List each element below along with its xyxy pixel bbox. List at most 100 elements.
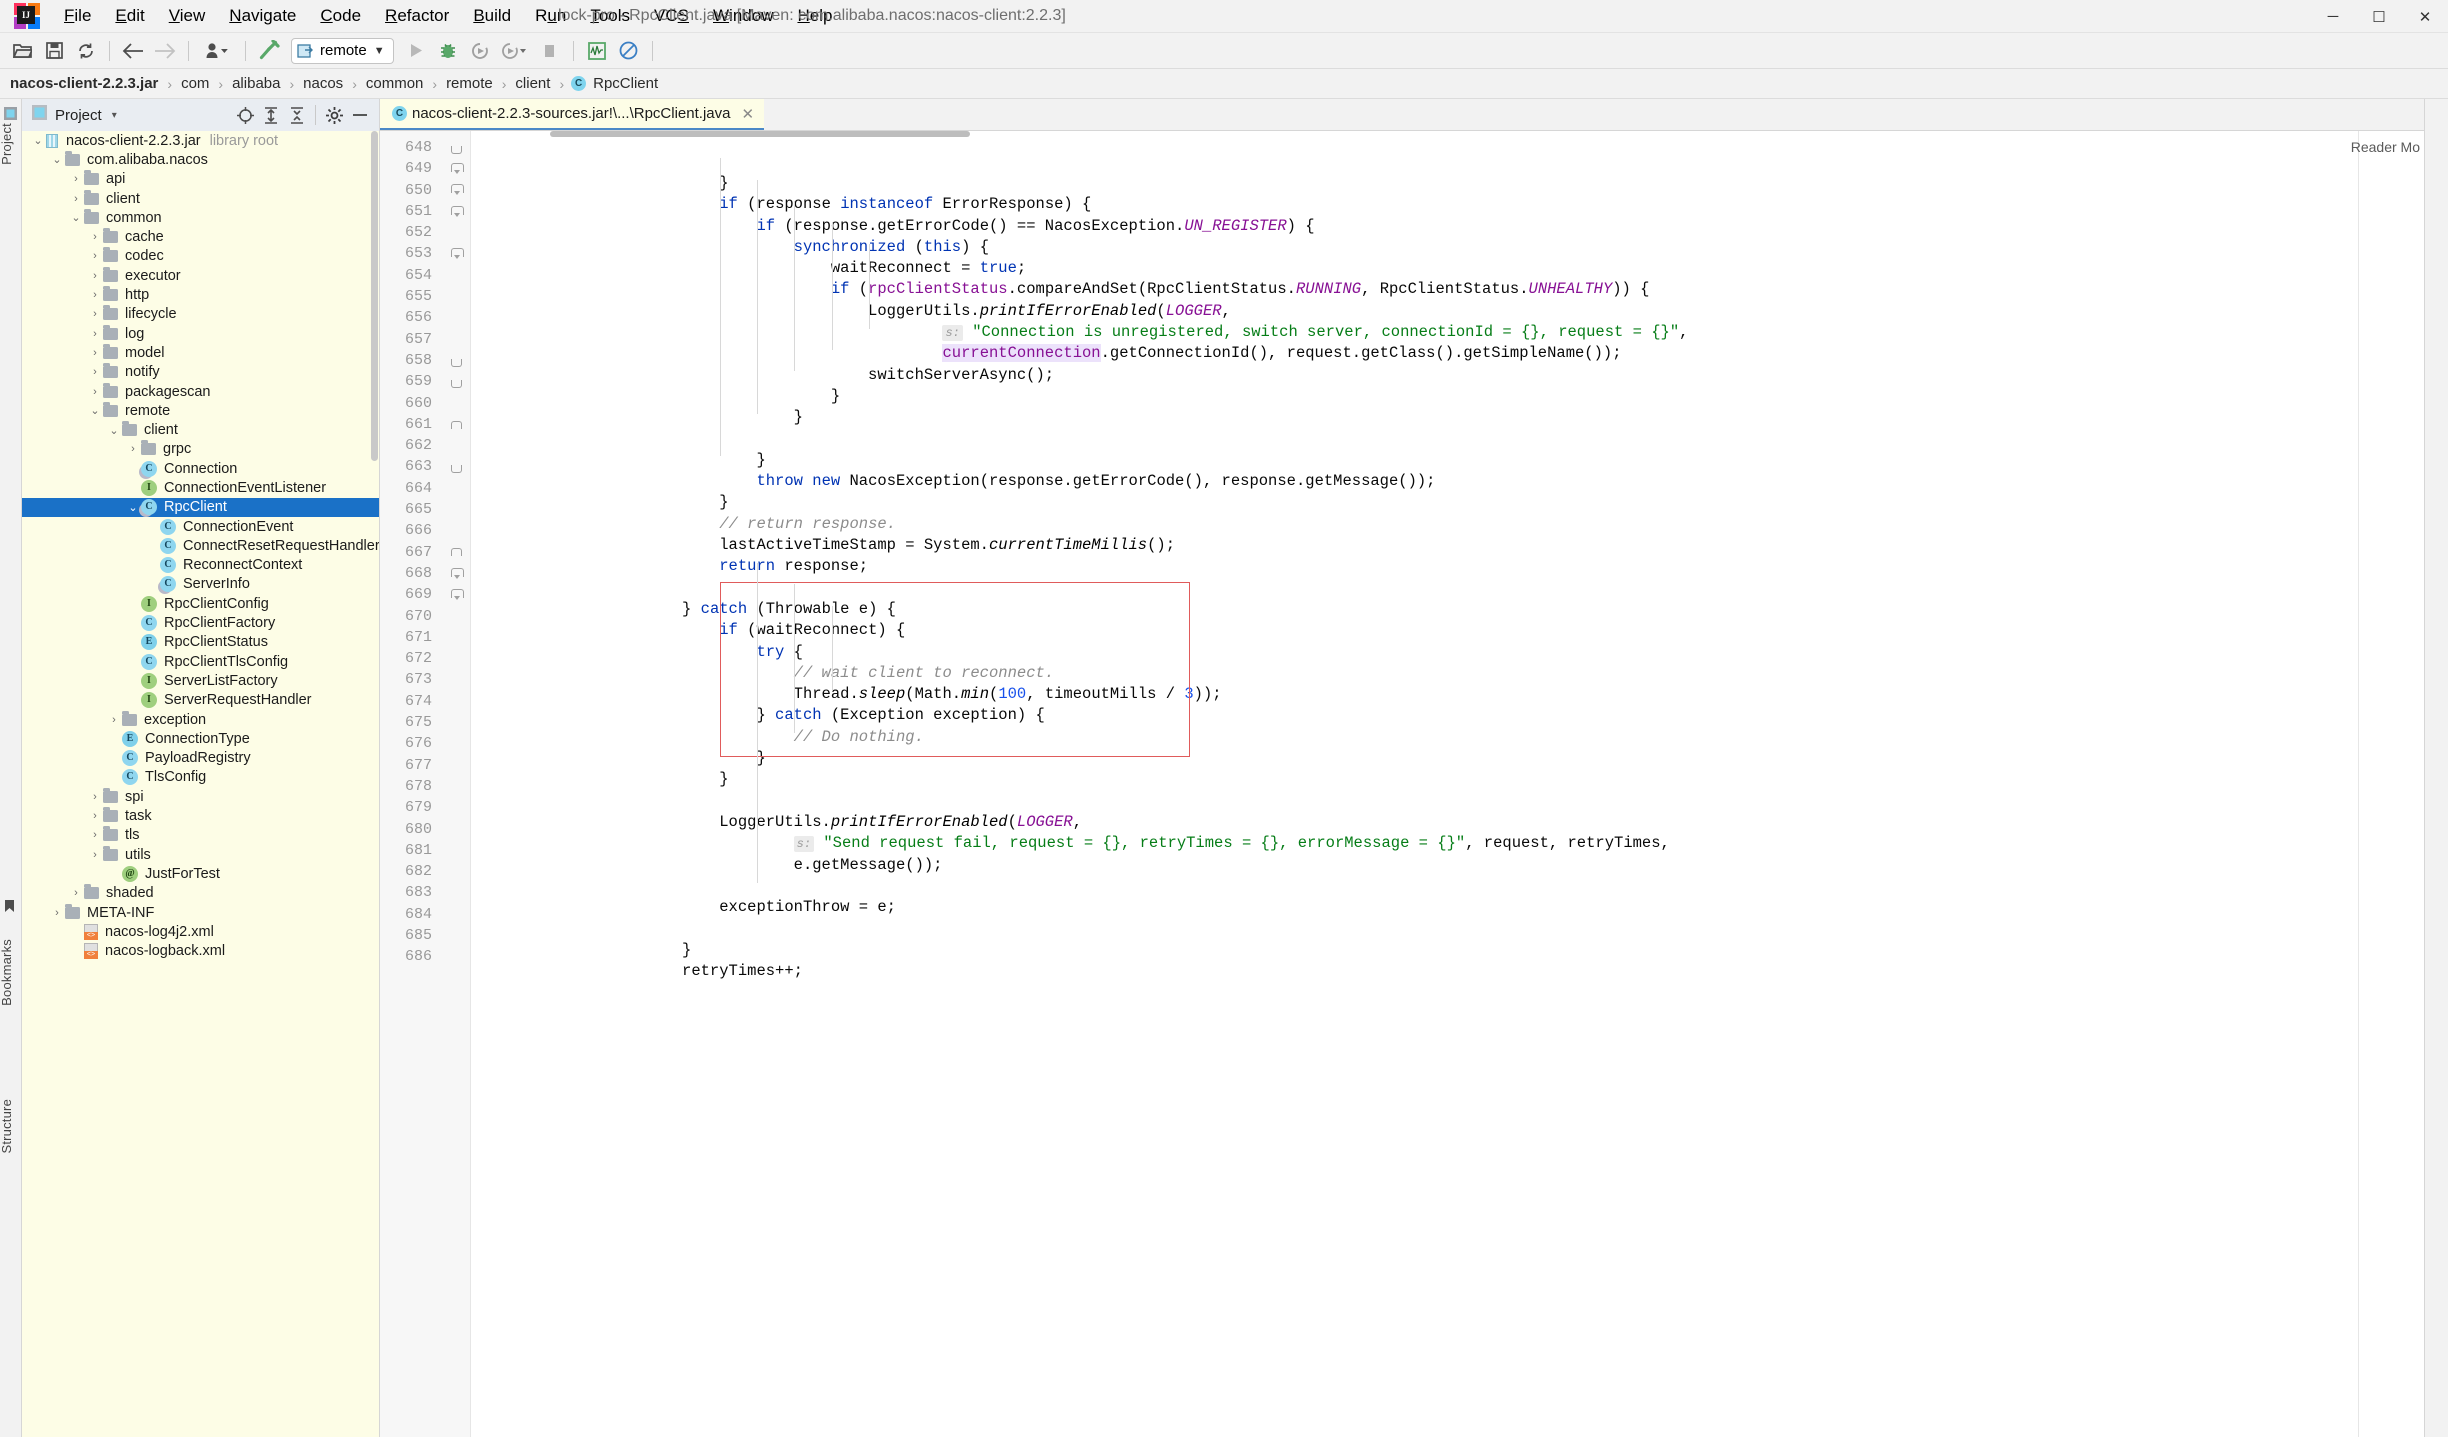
fold-marker[interactable] (442, 243, 470, 264)
tree-item-justfortest[interactable]: @ JustForTest (22, 864, 379, 883)
profiler-icon[interactable] (497, 37, 533, 65)
fold-marker[interactable] (442, 201, 470, 222)
editor-tab-rpcclient[interactable]: C nacos-client-2.2.3-sources.jar!\...\Rp… (380, 99, 765, 130)
expand-arrow-icon[interactable]: › (68, 887, 84, 899)
breadcrumb-item-common[interactable]: common (364, 75, 426, 92)
code-folding-gutter[interactable] (442, 131, 470, 1437)
code-line[interactable]: LoggerUtils.printIfErrorEnabled(LOGGER, (494, 301, 2358, 322)
breadcrumb-item-client[interactable]: client (513, 75, 552, 92)
tree-item-cache[interactable]: › cache (22, 227, 379, 246)
menu-build[interactable]: Build (461, 3, 523, 29)
chevron-down-icon[interactable]: ▾ (112, 110, 117, 121)
code-line[interactable]: lastActiveTimeStamp = System.currentTime… (494, 535, 2358, 556)
expand-arrow-icon[interactable]: › (87, 829, 103, 841)
expand-arrow-icon[interactable]: › (87, 849, 103, 861)
expand-arrow-icon[interactable]: › (87, 791, 103, 803)
tree-item-nacos-log4j2-xml[interactable]: nacos-log4j2.xml (22, 922, 379, 941)
disabled-circle-icon[interactable] (614, 37, 644, 65)
gear-icon[interactable] (321, 103, 347, 127)
tree-item-packagescan[interactable]: › packagescan (22, 382, 379, 401)
menu-navigate[interactable]: Navigate (217, 3, 308, 29)
expand-arrow-icon[interactable]: › (68, 173, 84, 185)
code-line[interactable]: retryTimes++; (494, 961, 2358, 982)
tree-item-reconnectcontext[interactable]: C ReconnectContext (22, 556, 379, 575)
project-tree-scrollbar[interactable] (370, 131, 379, 1437)
code-line[interactable]: } (494, 748, 2358, 769)
tree-item-remote[interactable]: ⌄ remote (22, 401, 379, 420)
fold-marker[interactable] (442, 414, 470, 435)
code-line[interactable]: s: "Send request fail, request = {}, ret… (494, 833, 2358, 854)
save-icon[interactable] (39, 37, 69, 65)
tree-item-spi[interactable]: › spi (22, 787, 379, 806)
expand-all-icon[interactable] (258, 103, 284, 127)
code-line[interactable]: e.getMessage()); (494, 855, 2358, 876)
breadcrumb-item-nacos[interactable]: nacos (301, 75, 345, 92)
code-line[interactable] (494, 578, 2358, 599)
fold-marker[interactable] (442, 584, 470, 605)
code-line[interactable]: } (494, 450, 2358, 471)
tree-item-http[interactable]: › http (22, 285, 379, 304)
tree-item-rpcclientfactory[interactable]: C RpcClientFactory (22, 613, 379, 632)
expand-arrow-icon[interactable]: › (87, 289, 103, 301)
tree-item-rpcclientconfig[interactable]: I RpcClientConfig (22, 594, 379, 613)
tree-item-grpc[interactable]: › grpc (22, 440, 379, 459)
code-line[interactable]: switchServerAsync(); (494, 365, 2358, 386)
tree-item-connectiontype[interactable]: E ConnectionType (22, 729, 379, 748)
sync-icon[interactable] (71, 37, 101, 65)
code-line[interactable]: currentConnection.getConnectionId(), req… (494, 343, 2358, 364)
menu-view[interactable]: View (157, 3, 218, 29)
rail-label-project[interactable]: Project (0, 123, 14, 165)
code-line[interactable]: if (rpcClientStatus.compareAndSet(RpcCli… (494, 279, 2358, 300)
collapse-arrow-icon[interactable]: ⌄ (106, 424, 122, 437)
code-line[interactable]: Thread.sleep(Math.min(100, timeoutMills … (494, 684, 2358, 705)
user-profile-icon[interactable] (197, 37, 237, 65)
code-line[interactable]: waitReconnect = true; (494, 258, 2358, 279)
tree-item-serverinfo[interactable]: C ServerInfo (22, 575, 379, 594)
tree-item-task[interactable]: › task (22, 806, 379, 825)
tree-item-connectionevent[interactable]: C ConnectionEvent (22, 517, 379, 536)
tree-item-codec[interactable]: › codec (22, 247, 379, 266)
run-configuration-selector[interactable]: remote ▼ (291, 37, 394, 64)
tree-item-executor[interactable]: › executor (22, 266, 379, 285)
maximize-button[interactable]: ☐ (2356, 8, 2402, 26)
code-line[interactable]: try { (494, 642, 2358, 663)
fold-marker[interactable] (442, 371, 470, 392)
code-line[interactable]: } catch (Exception exception) { (494, 705, 2358, 726)
code-line[interactable]: // wait client to reconnect. (494, 663, 2358, 684)
project-tree[interactable]: ⌄ nacos-client-2.2.3.jar library root ⌄ com.… (22, 131, 379, 1437)
tree-item-shaded[interactable]: › shaded (22, 884, 379, 903)
breadcrumb-item-alibaba[interactable]: alibaba (230, 75, 282, 92)
menu-refactor[interactable]: Refactor (373, 3, 461, 29)
stop-icon[interactable] (535, 37, 565, 65)
tree-item-model[interactable]: › model (22, 343, 379, 362)
breadcrumb-item-com[interactable]: com (179, 75, 211, 92)
collapse-arrow-icon[interactable]: ⌄ (125, 501, 141, 514)
code-line[interactable]: return response; (494, 556, 2358, 577)
tree-item-payloadregistry[interactable]: C PayloadRegistry (22, 749, 379, 768)
code-line[interactable]: exceptionThrow = e; (494, 897, 2358, 918)
code-line[interactable] (494, 876, 2358, 897)
tree-item-client[interactable]: ⌄ client (22, 420, 379, 439)
expand-arrow-icon[interactable]: › (49, 907, 65, 919)
close-icon[interactable]: ✕ (741, 105, 754, 123)
code-line[interactable]: } (494, 173, 2358, 194)
tree-item-rpcclienttlsconfig[interactable]: C RpcClientTlsConfig (22, 652, 379, 671)
menu-file[interactable]: FFileile (52, 3, 103, 29)
tree-item-nacos-logback-xml[interactable]: nacos-logback.xml (22, 941, 379, 960)
hide-panel-icon[interactable] (347, 103, 373, 127)
chevron-down-icon[interactable]: ▼ (374, 45, 385, 57)
debug-bug-icon[interactable] (433, 37, 463, 65)
expand-arrow-icon[interactable]: › (87, 347, 103, 359)
editor-horizontal-scrollbar[interactable] (550, 131, 970, 137)
tree-item-common[interactable]: ⌄ common (22, 208, 379, 227)
activity-monitor-icon[interactable] (582, 37, 612, 65)
fold-marker[interactable] (442, 180, 470, 201)
code-line[interactable]: } (494, 407, 2358, 428)
tree-item-connection[interactable]: C Connection (22, 459, 379, 478)
code-line[interactable]: // Do nothing. (494, 727, 2358, 748)
menu-code[interactable]: Code (308, 3, 373, 29)
code-line[interactable]: } (494, 386, 2358, 407)
code-line[interactable]: throw new NacosException(response.getErr… (494, 471, 2358, 492)
open-folder-icon[interactable] (7, 37, 37, 65)
fold-marker[interactable] (442, 456, 470, 477)
